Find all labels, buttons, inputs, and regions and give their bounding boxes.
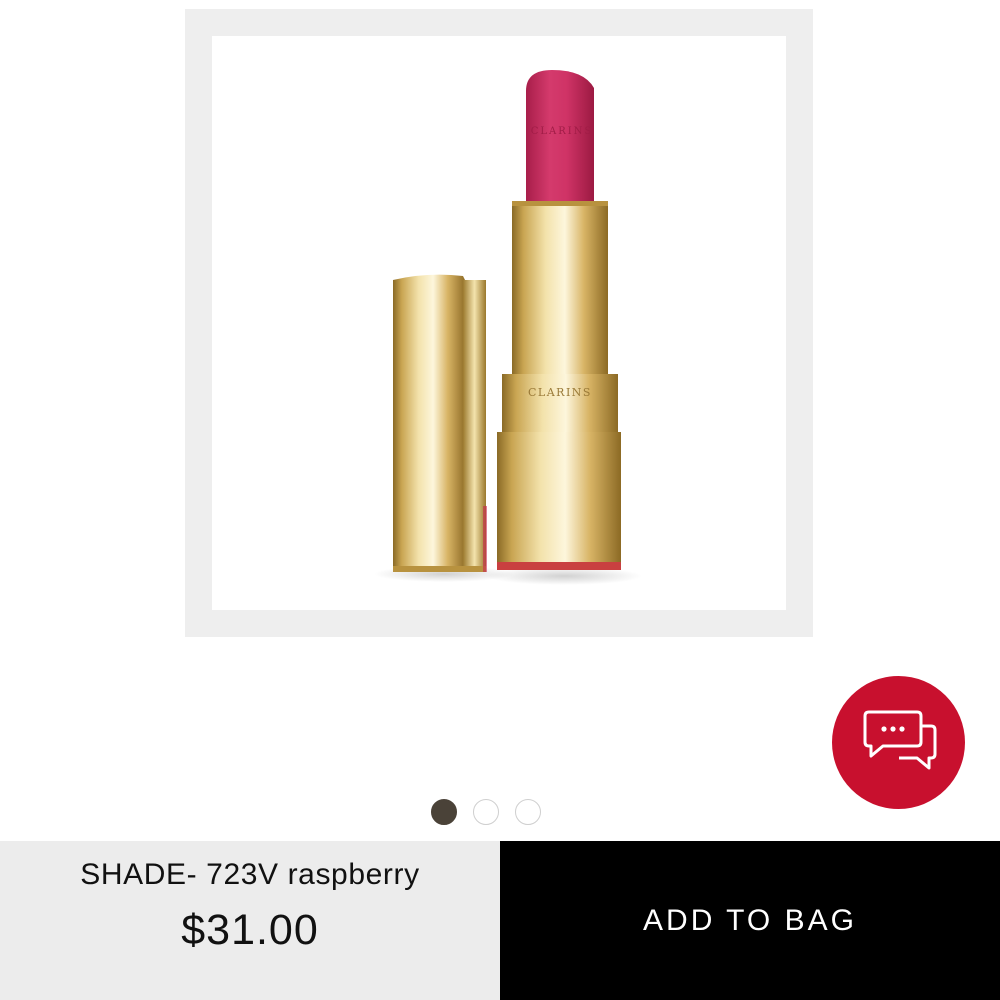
product-info-panel: SHADE- 723V raspberry $31.00 bbox=[0, 841, 500, 1000]
product-image[interactable]: CLARINS CLARINS bbox=[212, 36, 786, 610]
chat-button[interactable] bbox=[832, 676, 965, 809]
carousel-dot-2[interactable] bbox=[473, 799, 499, 825]
carousel-dot-1[interactable] bbox=[431, 799, 457, 825]
lipstick-illustration: CLARINS CLARINS bbox=[374, 70, 642, 585]
chat-bubbles-icon bbox=[863, 710, 936, 769]
svg-text:CLARINS: CLARINS bbox=[528, 386, 592, 399]
shade-label: SHADE- 723V raspberry bbox=[80, 858, 420, 891]
svg-text:CLARINS: CLARINS bbox=[531, 126, 594, 137]
add-to-bag-label: ADD TO BAG bbox=[643, 903, 857, 937]
add-to-bag-button[interactable]: ADD TO BAG bbox=[500, 841, 1000, 1000]
bottom-purchase-bar: SHADE- 723V raspberry $31.00 ADD TO BAG bbox=[0, 841, 1000, 1000]
carousel-indicators bbox=[431, 797, 541, 827]
lipstick-base: CLARINS bbox=[497, 201, 621, 570]
lipstick-bullet: CLARINS bbox=[526, 70, 594, 204]
carousel-dot-3[interactable] bbox=[515, 799, 541, 825]
lipstick-cap bbox=[393, 274, 487, 572]
price: $31.00 bbox=[181, 906, 319, 954]
product-image-frame: CLARINS CLARINS bbox=[185, 9, 813, 637]
